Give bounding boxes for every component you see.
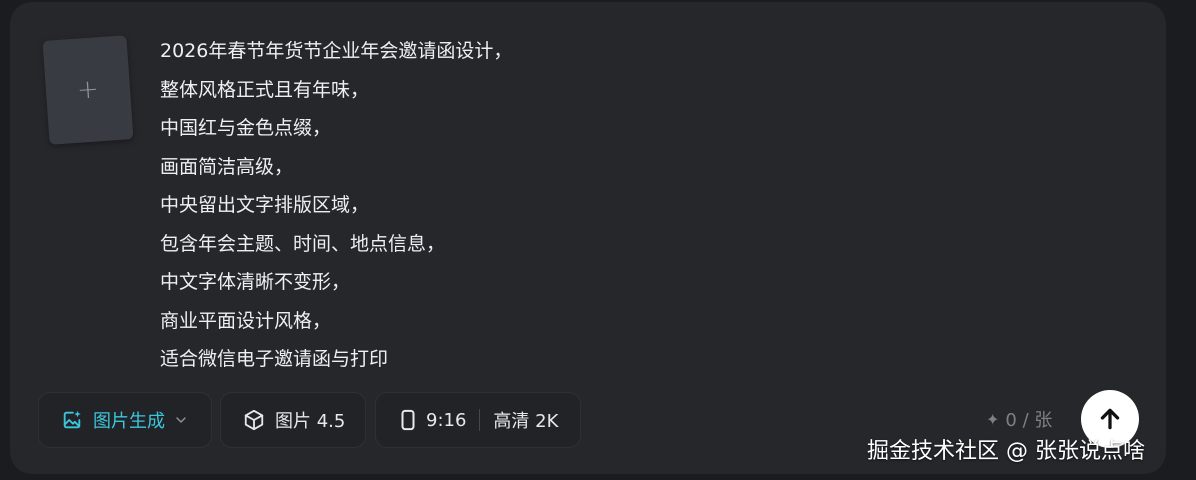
cube-icon (244, 409, 264, 431)
prompt-line: 包含年会主题、时间、地点信息， (160, 232, 446, 255)
prompt-line: 整体风格正式且有年味， (160, 78, 370, 101)
quality-label: 高清 2K (493, 411, 559, 432)
prompt-line: 中央留出文字排版区域， (160, 194, 370, 216)
generation-mode-dropdown[interactable]: 图片生成 (38, 392, 212, 448)
model-selector[interactable]: 图片 4.5 (220, 392, 366, 448)
model-label: 图片 4.5 (275, 411, 346, 432)
portrait-frame-icon (401, 409, 415, 431)
prompt-line: 适合微信电子邀请函与打印 (160, 348, 389, 370)
aspect-ratio-label: 9:16 (426, 409, 467, 431)
prompt-line: 中国红与金色点缀， (160, 117, 332, 139)
divider (479, 409, 481, 431)
chevron-down-icon (176, 417, 186, 423)
prompt-line: 商业平面设计风格， (160, 309, 332, 332)
credit-counter: ✦ 0 / 张 (986, 406, 1052, 432)
aspect-quality-selector[interactable]: 9:16 高清 2K (375, 392, 581, 448)
image-sparkle-icon (63, 410, 81, 429)
generation-mode-label: 图片生成 (93, 411, 165, 432)
credit-counter-text: 0 / 张 (1005, 410, 1053, 431)
arrow-up-icon (1100, 408, 1120, 430)
prompt-line: 画面简洁高级， (160, 155, 294, 178)
reference-image-upload[interactable]: + (42, 35, 134, 145)
watermark: 掘金技术社区 @ 张张说点啥 (867, 439, 1145, 464)
prompt-input[interactable]: 2026年春节年货节企业年会邀请函设计， 整体风格正式且有年味， 中国红与金色点… (160, 32, 1060, 379)
prompt-line: 2026年春节年货节企业年会邀请函设计， (160, 40, 513, 62)
sparkle-icon: ✦ (986, 409, 1000, 429)
plus-icon: + (76, 74, 100, 106)
prompt-line: 中文字体清晰不变形， (160, 271, 351, 293)
